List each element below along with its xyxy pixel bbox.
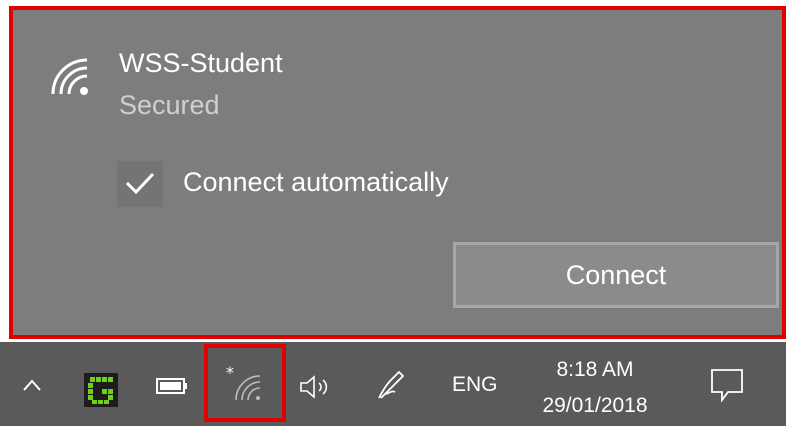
connect-automatically-label[interactable]: Connect automatically bbox=[183, 165, 449, 199]
volume-icon[interactable] bbox=[298, 372, 338, 402]
network-status: Secured bbox=[119, 90, 220, 120]
wifi-highlight-box bbox=[204, 344, 286, 422]
checkmark-icon bbox=[125, 172, 155, 195]
taskbar: * ENG 8:18 AM 29/01/2018 bbox=[0, 342, 786, 426]
pen-icon[interactable] bbox=[375, 368, 409, 402]
clock-date[interactable]: 29/01/2018 bbox=[530, 392, 660, 420]
connect-button[interactable]: Connect bbox=[453, 242, 779, 308]
clock-time[interactable]: 8:18 AM bbox=[530, 356, 660, 384]
app-g-icon[interactable] bbox=[84, 373, 118, 407]
wifi-secured-icon bbox=[51, 58, 88, 95]
connect-automatically-checkbox[interactable] bbox=[117, 161, 163, 207]
chevron-up-icon[interactable] bbox=[22, 378, 42, 392]
notification-icon[interactable] bbox=[708, 366, 746, 404]
network-name: WSS-Student bbox=[119, 48, 283, 78]
wifi-network-flyout: WSS-Student Secured Connect automaticall… bbox=[9, 6, 786, 339]
language-indicator[interactable]: ENG bbox=[452, 372, 498, 398]
battery-icon[interactable] bbox=[156, 378, 188, 394]
